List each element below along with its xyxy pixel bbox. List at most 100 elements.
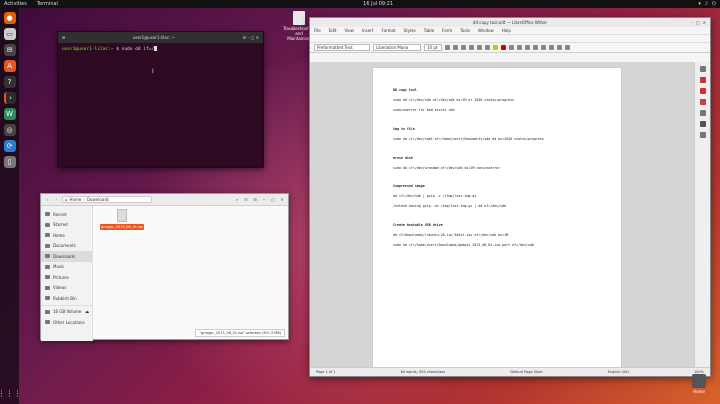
sidebar-item-volume[interactable]: 16 GB Volume ⏏	[41, 307, 92, 318]
styles-icon[interactable]	[699, 99, 706, 105]
numbering-icon[interactable]	[549, 45, 554, 50]
menu-table[interactable]: Table	[424, 28, 434, 33]
search-icon[interactable]: ⌕	[234, 197, 240, 203]
font-size-combo[interactable]: 10 pt	[424, 44, 442, 51]
home-folder-icon	[692, 374, 706, 388]
document-page[interactable]: DD copy tool sudo dd if=/dev/sda of=/dev…	[372, 67, 622, 369]
terminal-window[interactable]: ⊞ user1@user1-lilac: ~ ☰ – ▢ ✕ user1@use…	[57, 31, 264, 168]
sidebar-item-music[interactable]: Music	[41, 262, 92, 273]
files-header: ‹ › ⌂ Home › Downloads ⌕ ☷ ☰ – ▢ ✕	[41, 194, 288, 206]
sidebar-item-documents[interactable]: Documents	[41, 241, 92, 252]
trash-icon	[45, 296, 50, 301]
page-icon[interactable]	[699, 88, 706, 94]
menu-window[interactable]: Window	[478, 28, 494, 33]
eject-icon[interactable]: ⏏	[85, 309, 89, 314]
back-icon[interactable]: ‹	[44, 197, 50, 203]
sidebar-item-videos[interactable]: Videos	[41, 283, 92, 294]
menu-styles[interactable]: Styles	[404, 28, 416, 33]
view-icon[interactable]: ☷	[243, 197, 249, 203]
bullets-icon[interactable]	[541, 45, 546, 50]
close-icon[interactable]: ✕	[279, 197, 285, 203]
manage-changes-icon[interactable]	[699, 132, 706, 138]
libreoffice-writer-icon[interactable]: W	[3, 108, 16, 120]
sidebar-item-downloads[interactable]: Downloads	[41, 251, 92, 262]
firefox-icon[interactable]: ●	[3, 12, 16, 24]
disk-icon[interactable]: ◎	[3, 124, 16, 136]
doc-line: DD copy tool	[393, 88, 417, 92]
menu-file[interactable]: File	[314, 28, 321, 33]
minimize-icon[interactable]: –	[261, 197, 267, 203]
menu-help[interactable]: Help	[502, 28, 511, 33]
sidebar-item-home[interactable]: Home	[41, 230, 92, 241]
menu-view[interactable]: View	[344, 28, 354, 33]
clock-icon	[45, 212, 50, 217]
new-tab-icon[interactable]: ⊞	[62, 35, 65, 40]
trash-icon[interactable]: ▯	[3, 156, 16, 168]
indent-icon[interactable]	[557, 45, 562, 50]
highlight-icon[interactable]	[493, 45, 498, 50]
status-words[interactable]: 84 words, 555 characters	[401, 370, 446, 374]
menu-tools[interactable]: Tools	[460, 28, 470, 33]
path-home[interactable]: Home	[70, 197, 82, 202]
help-icon[interactable]: ?	[3, 76, 16, 88]
terminal-icon[interactable]: ›	[3, 92, 16, 104]
files-icon[interactable]: ▭	[3, 28, 16, 40]
desktop-home-icon[interactable]: Home	[692, 374, 706, 394]
subscript-icon[interactable]	[485, 45, 490, 50]
paragraph-style-combo[interactable]: Preformatted Text	[314, 44, 370, 51]
align-center-icon[interactable]	[517, 45, 522, 50]
superscript-icon[interactable]	[477, 45, 482, 50]
bold-icon[interactable]	[445, 45, 450, 50]
status-language[interactable]: English (UK)	[608, 370, 629, 374]
forward-icon[interactable]: ›	[53, 197, 59, 203]
align-right-icon[interactable]	[525, 45, 530, 50]
files-content[interactable]: gmagic_2013_06_01.iso "gmagic_2013_06_01…	[94, 206, 288, 339]
maximize-icon[interactable]: ▢	[696, 20, 700, 25]
sidebar-item-recent[interactable]: Recent	[41, 209, 92, 220]
navigator-icon[interactable]	[699, 121, 706, 127]
sidebar-item-other-locations[interactable]: Other Locations	[41, 317, 92, 328]
writer-window[interactable]: dd copy tool.odt — LibreOffice Writer – ▢…	[309, 17, 711, 377]
system-tray[interactable]: ▾ ♪ ⏻	[698, 1, 716, 7]
align-left-icon[interactable]	[509, 45, 514, 50]
sidebar-item-rubbish-bin[interactable]: Rubbish Bin	[41, 293, 92, 304]
files-window[interactable]: ‹ › ⌂ Home › Downloads ⌕ ☷ ☰ – ▢ ✕ Recen…	[40, 193, 289, 341]
menu-edit[interactable]: Edit	[329, 28, 337, 33]
settings-icon[interactable]	[699, 66, 706, 72]
menu-format[interactable]: Format	[381, 28, 395, 33]
menu-icon[interactable]: ☰	[252, 197, 258, 203]
menu-insert[interactable]: Insert	[362, 28, 373, 33]
strikethrough-icon[interactable]	[469, 45, 474, 50]
menu-form[interactable]: Form	[442, 28, 452, 33]
path-current[interactable]: Downloads	[87, 197, 109, 202]
underline-icon[interactable]	[461, 45, 466, 50]
show-apps-icon[interactable]: ⋮⋮⋮	[0, 389, 22, 398]
standard-toolbar[interactable]	[310, 35, 710, 43]
active-app-label[interactable]: Terminal	[37, 1, 58, 7]
font-name-combo[interactable]: Liberation Mono	[373, 44, 421, 51]
status-page-style[interactable]: Default Page Style	[510, 370, 542, 374]
properties-icon[interactable]	[699, 77, 706, 83]
outdent-icon[interactable]	[565, 45, 570, 50]
justify-icon[interactable]	[533, 45, 538, 50]
document-canvas[interactable]: DD copy tool sudo dd if=/dev/sda of=/dev…	[310, 62, 696, 369]
software-center-icon[interactable]: A	[3, 60, 16, 72]
gallery-icon[interactable]	[699, 110, 706, 116]
maximize-icon[interactable]: ▢	[270, 197, 276, 203]
font-color-icon[interactable]	[501, 45, 506, 50]
window-controls[interactable]: ☰ – ▢ ✕	[242, 35, 259, 40]
close-icon[interactable]: ✕	[703, 20, 706, 25]
sidebar-item-starred[interactable]: Starred	[41, 220, 92, 231]
terminal-body[interactable]: user1@user1-lilac:~ $ sudo dd if=/	[58, 43, 263, 55]
sidebar-item-pictures[interactable]: Pictures	[41, 272, 92, 283]
clock[interactable]: 16 Jul 09:21	[363, 1, 393, 7]
updater-icon[interactable]: ⟳	[3, 140, 16, 152]
window-controls[interactable]: – ▢ ✕	[691, 20, 706, 25]
activities-button[interactable]: Activities	[4, 1, 27, 7]
italic-icon[interactable]	[453, 45, 458, 50]
file-item[interactable]: gmagic_2013_06_01.iso	[100, 209, 145, 230]
minimize-icon[interactable]: –	[691, 20, 693, 25]
status-page[interactable]: Page 1 of 1	[316, 370, 336, 374]
path-bar[interactable]: ⌂ Home › Downloads	[62, 196, 152, 203]
thunderbird-icon[interactable]: ✉	[3, 44, 16, 56]
